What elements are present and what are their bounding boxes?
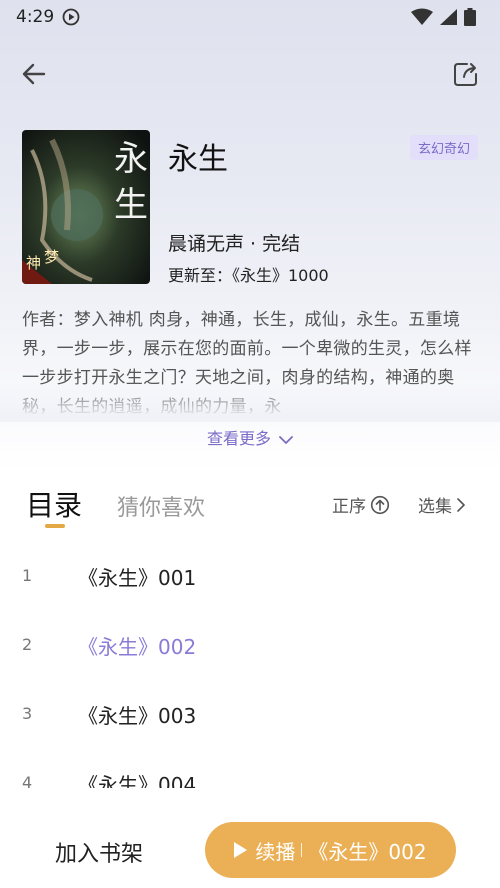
see-more-label: 查看更多 [206,429,271,448]
svg-text:永: 永 [114,139,148,179]
top-navigation [0,50,500,96]
tab-guess-you-like[interactable]: 猜你喜欢 [117,490,205,522]
chapter-title: 《永生》001 [78,566,197,590]
chapter-title: 《永生》003 [78,704,197,728]
battery-icon [464,8,476,26]
continue-play-label: 续播 [255,839,296,864]
media-playing-icon [62,8,80,26]
play-divider [301,843,303,857]
play-icon [234,842,248,858]
status-bar: 4:29 [0,0,500,34]
author-status: 晨诵无声 · 完结 [168,233,301,255]
chapter-number: 4 [22,773,33,788]
update-info: 更新至：《永生》1000 [168,266,329,285]
chapter-list: 1 《永生》001 2 《永生》002 3 《永生》003 4 《永生》004 [0,540,500,788]
share-icon[interactable] [450,58,482,90]
chapter-item[interactable]: 1 《永生》001 [0,540,500,609]
signal-icon [440,9,457,25]
cover-artwork: 永 生 神 梦 [22,130,150,284]
bottom-action-bar: 加入书架 续播 《永生》002 [0,800,500,888]
back-arrow-icon[interactable] [18,58,50,90]
chevron-down-icon [279,435,293,444]
tab-catalog[interactable]: 目录 [26,484,82,524]
svg-text:生: 生 [114,185,148,225]
genre-tag[interactable]: 玄幻奇幻 [409,135,478,160]
chapter-number: 1 [22,566,33,585]
chapter-item[interactable]: 2 《永生》002 [0,609,500,678]
chapter-item[interactable]: 4 《永生》004 [0,747,500,788]
intro-fade [0,382,500,422]
book-title: 永生 [168,142,228,177]
wifi-icon [411,8,433,25]
status-time: 4:29 [16,7,55,27]
sort-order-label: 正序 [332,497,366,517]
continue-play-button[interactable]: 续播 《永生》002 [205,822,456,878]
chapter-title: 《永生》004 [78,773,197,788]
sort-up-icon [370,495,390,514]
see-more-button[interactable]: 查看更多 [0,425,500,449]
status-indicators [410,8,486,26]
chapter-item[interactable]: 3 《永生》003 [0,678,500,747]
select-episode-button[interactable]: 选集 [418,492,466,517]
add-to-shelf-button[interactable]: 加入书架 [55,836,143,868]
book-cover[interactable]: 永 生 神 梦 [22,130,150,284]
chevron-right-icon [457,497,465,512]
svg-text:神: 神 [26,254,41,272]
chapter-number: 2 [22,635,33,654]
chapter-number: 3 [22,704,33,723]
active-tab-indicator [45,524,65,528]
sort-order-button[interactable]: 正序 [332,492,390,517]
chapter-title: 《永生》002 [78,635,197,659]
continue-play-chapter: 《永生》002 [308,839,427,864]
select-episode-label: 选集 [418,497,452,517]
svg-text:梦: 梦 [44,248,59,266]
